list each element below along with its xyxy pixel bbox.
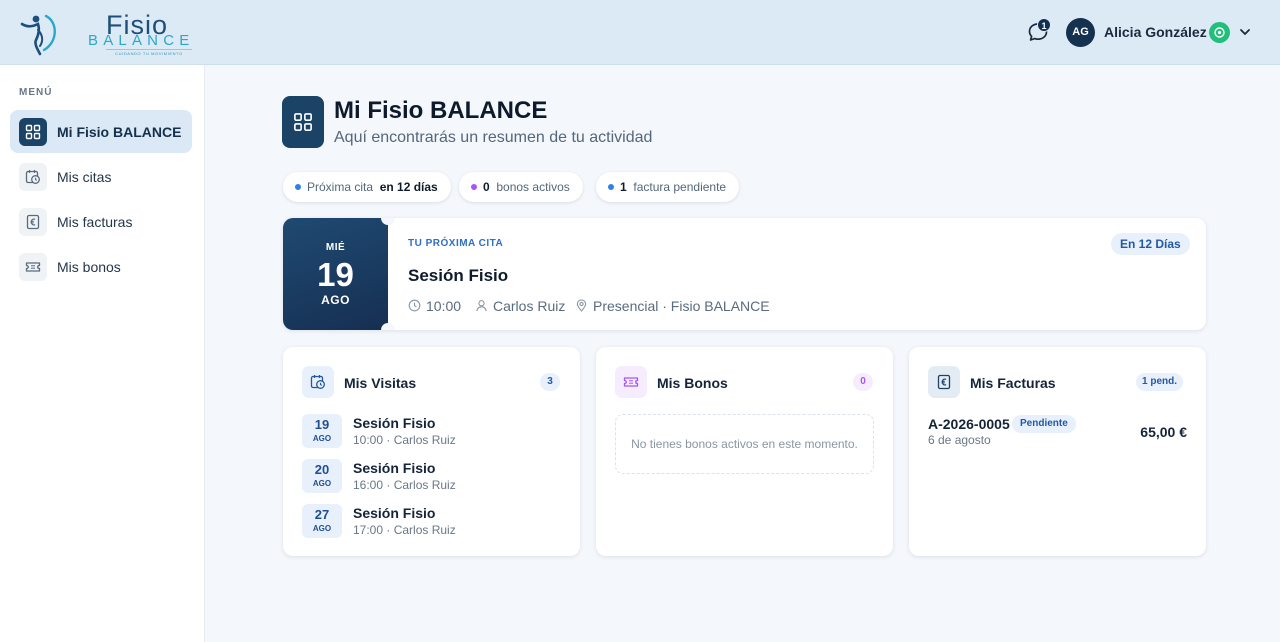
invoices-card[interactable]: Mis Facturas 1 pend. A-2026-0005 Pendien… xyxy=(909,347,1206,556)
visit-date: 27 AGO xyxy=(302,504,342,538)
dashboard-icon xyxy=(294,113,312,131)
dancer-logo-icon xyxy=(20,14,56,56)
page-title: Mi Fisio BALANCE xyxy=(334,97,548,124)
sidebar-item-label: Mi Fisio BALANCE xyxy=(57,124,182,140)
visit-date: 20 AGO xyxy=(302,459,342,493)
sidebar-item-bonos[interactable]: Mis bonos xyxy=(10,245,192,288)
chip-label: factura pendiente xyxy=(633,180,727,194)
user-name[interactable]: Alicia González xyxy=(1104,24,1207,40)
appointment-day: 19 xyxy=(317,256,354,293)
sidebar-item-label: Mis bonos xyxy=(57,259,121,275)
status-badge: Pendiente xyxy=(1012,415,1076,433)
notification-badge: 1 xyxy=(1037,18,1051,32)
countdown-badge: En 12 Días xyxy=(1111,233,1190,255)
next-appointment-title: Sesión Fisio xyxy=(408,266,509,285)
page-title-icon xyxy=(282,96,324,148)
visit-date: 19 AGO xyxy=(302,414,342,448)
visit-month: AGO xyxy=(312,434,332,443)
status-check-icon xyxy=(1214,27,1225,38)
ticket-icon xyxy=(19,253,47,281)
visit-title: Sesión Fisio xyxy=(353,505,436,521)
chip-label: bonos activos xyxy=(496,180,570,194)
sidebar-menu-label: MENÚ xyxy=(19,87,53,98)
appointment-time-text: 10:00 xyxy=(426,298,462,314)
chip-dot xyxy=(608,184,614,190)
visit-detail: 16:00 · Carlos Ruiz xyxy=(353,478,456,492)
page-subtitle: Aquí encontrarás un resumen de tu activi… xyxy=(334,129,653,146)
visit-day: 27 xyxy=(314,507,330,522)
user-status-badge xyxy=(1209,22,1230,43)
visit-day: 19 xyxy=(314,417,330,432)
bonos-card-title: Mis Bonos xyxy=(657,375,728,391)
appointment-location-text: Presencial · Fisio BALANCE xyxy=(593,298,770,314)
sidebar-item-label: Mis facturas xyxy=(57,214,133,230)
chip-value: 0 xyxy=(483,180,490,194)
chip-label: Próxima cita xyxy=(307,180,374,194)
visit-detail: 10:00 · Carlos Ruiz xyxy=(353,433,456,447)
appointment-month: AGO xyxy=(321,293,350,307)
visit-detail: 17:00 · Carlos Ruiz xyxy=(353,523,456,537)
next-appointment-card[interactable]: MIÉ 19 AGO TU PRÓXIMA CITA Sesión Fisio … xyxy=(283,218,1206,330)
bonos-empty-message: No tienes bonos activos en este momento. xyxy=(615,414,874,474)
sidebar-item-facturas[interactable]: Mis facturas xyxy=(10,200,192,243)
visit-month: AGO xyxy=(312,524,332,533)
bonos-card[interactable]: Mis Bonos 0 No tienes bonos activos en e… xyxy=(596,347,893,556)
location-pin-icon xyxy=(576,299,587,312)
visit-day: 20 xyxy=(314,462,330,477)
visit-title: Sesión Fisio xyxy=(353,415,436,431)
top-header: Fisio BALANCE CUIDANDO TU MOVIMIENTO 1 A… xyxy=(0,0,1280,65)
visits-card[interactable]: Mis Visitas 3 19 AGO Sesión Fisio 10:00 … xyxy=(283,347,580,556)
brand-tagline: CUIDANDO TU MOVIMIENTO xyxy=(106,49,192,56)
chip-active-bonos[interactable]: 0 bonos activos xyxy=(459,172,583,202)
visits-count-badge: 3 xyxy=(540,373,560,391)
chip-value: 1 xyxy=(620,180,627,194)
list-item[interactable]: 19 AGO Sesión Fisio 10:00 · Carlos Ruiz xyxy=(302,414,562,450)
chip-value: en 12 días xyxy=(379,180,438,194)
bonos-count-badge: 0 xyxy=(853,373,873,391)
sidebar: MENÚ Mi Fisio BALANCE Mis citas Mis fact… xyxy=(0,65,205,642)
sidebar-item-dashboard[interactable]: Mi Fisio BALANCE xyxy=(10,110,192,153)
brand-name-line2: BALANCE xyxy=(88,32,195,49)
chevron-down-icon[interactable] xyxy=(1238,25,1252,39)
clock-icon xyxy=(408,299,421,312)
brand-logo[interactable]: Fisio BALANCE CUIDANDO TU MOVIMIENTO xyxy=(16,8,206,58)
invoice-icon xyxy=(19,208,47,236)
chip-next-appointment[interactable]: Próxima cita en 12 días xyxy=(283,172,451,202)
appointment-date-block: MIÉ 19 AGO xyxy=(283,218,388,330)
appointment-day-of-week: MIÉ xyxy=(325,242,346,253)
visit-title: Sesión Fisio xyxy=(353,460,436,476)
user-icon xyxy=(476,300,487,312)
invoices-pending-badge: 1 pend. xyxy=(1136,373,1184,391)
calendar-clock-icon xyxy=(302,366,334,398)
invoice-amount: 65,00 € xyxy=(1140,424,1187,440)
chip-pending-invoice[interactable]: 1 factura pendiente xyxy=(596,172,740,202)
chip-dot xyxy=(295,184,301,190)
user-avatar[interactable]: AG xyxy=(1066,18,1095,47)
chip-dot xyxy=(471,184,477,190)
list-item[interactable]: 27 AGO Sesión Fisio 17:00 · Carlos Ruiz xyxy=(302,504,562,540)
visits-card-title: Mis Visitas xyxy=(344,375,417,391)
dashboard-icon xyxy=(19,118,47,146)
sidebar-item-label: Mis citas xyxy=(57,169,112,185)
invoice-date: 6 de agosto xyxy=(928,433,991,447)
sidebar-item-citas[interactable]: Mis citas xyxy=(10,155,192,198)
visit-month: AGO xyxy=(312,479,332,488)
invoice-id: A-2026-0005 xyxy=(928,416,1010,432)
invoices-card-title: Mis Facturas xyxy=(970,375,1056,391)
calendar-clock-icon xyxy=(19,163,47,191)
invoice-icon xyxy=(928,366,960,398)
ticket-icon xyxy=(615,366,647,398)
ticket-notch-bottom xyxy=(381,323,395,330)
list-item[interactable]: 20 AGO Sesión Fisio 16:00 · Carlos Ruiz xyxy=(302,459,562,495)
next-appointment-label: TU PRÓXIMA CITA xyxy=(408,238,504,249)
appointment-therapist-text: Carlos Ruiz xyxy=(493,298,566,314)
